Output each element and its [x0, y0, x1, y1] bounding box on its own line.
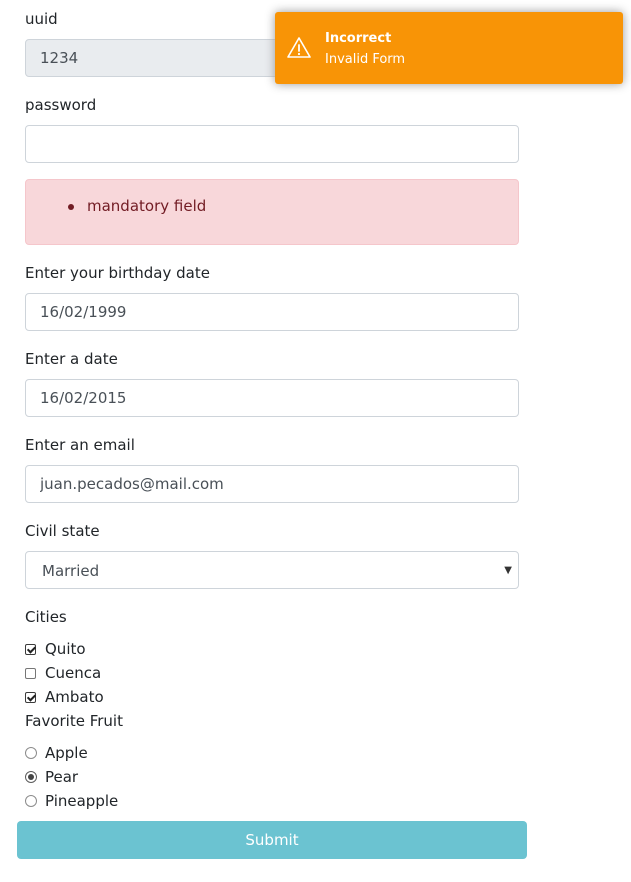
- date-field[interactable]: [25, 379, 519, 417]
- radio-selected-icon[interactable]: [25, 771, 37, 783]
- date-label: Enter a date: [25, 350, 118, 368]
- fruit-label: Favorite Fruit: [25, 712, 123, 730]
- error-item: mandatory field: [68, 196, 206, 216]
- email-field[interactable]: [25, 465, 519, 503]
- password-field[interactable]: [25, 125, 519, 163]
- checkbox-checked-icon[interactable]: [25, 643, 37, 655]
- password-label: password: [25, 96, 97, 114]
- city-option-label: Quito: [45, 640, 86, 658]
- city-option-label: Cuenca: [45, 664, 102, 682]
- radio-unselected-icon[interactable]: [25, 747, 37, 759]
- error-list: mandatory field: [68, 196, 206, 216]
- caret-down-icon: ▼: [504, 565, 512, 576]
- submit-button[interactable]: Submit: [17, 821, 527, 859]
- fruit-option-pear[interactable]: Pear: [25, 767, 78, 787]
- city-option-cuenca[interactable]: Cuenca: [25, 663, 101, 683]
- civil-state-select[interactable]: Married ▼: [25, 551, 519, 589]
- birthday-label: Enter your birthday date: [25, 264, 210, 282]
- password-error-alert: mandatory field: [25, 179, 519, 245]
- error-text: mandatory field: [87, 197, 207, 215]
- fruit-option-label: Apple: [45, 744, 88, 762]
- fruit-option-apple[interactable]: Apple: [25, 743, 88, 763]
- city-option-quito[interactable]: Quito: [25, 639, 86, 659]
- city-option-ambato[interactable]: Ambato: [25, 687, 104, 707]
- checkbox-unchecked-icon[interactable]: [25, 667, 36, 679]
- civil-state-value: Married: [42, 562, 100, 580]
- warning-triangle-icon: [287, 37, 311, 58]
- uuid-label: uuid: [25, 10, 58, 28]
- fruit-option-label: Pear: [45, 768, 79, 786]
- birthday-field[interactable]: [25, 293, 519, 331]
- toast-title: Incorrect: [325, 31, 392, 46]
- error-toast[interactable]: Incorrect Invalid Form: [275, 12, 623, 84]
- fruit-option-label: Pineapple: [45, 792, 119, 810]
- fruit-option-pineapple[interactable]: Pineapple: [25, 791, 118, 811]
- radio-unselected-icon[interactable]: [25, 795, 37, 807]
- email-label: Enter an email: [25, 436, 135, 454]
- civil-state-label: Civil state: [25, 522, 100, 540]
- toast-message: Invalid Form: [325, 52, 406, 67]
- bullet-icon: [68, 204, 74, 210]
- city-option-label: Ambato: [45, 688, 104, 706]
- cities-label: Cities: [25, 608, 67, 626]
- checkbox-checked-icon[interactable]: [25, 691, 37, 703]
